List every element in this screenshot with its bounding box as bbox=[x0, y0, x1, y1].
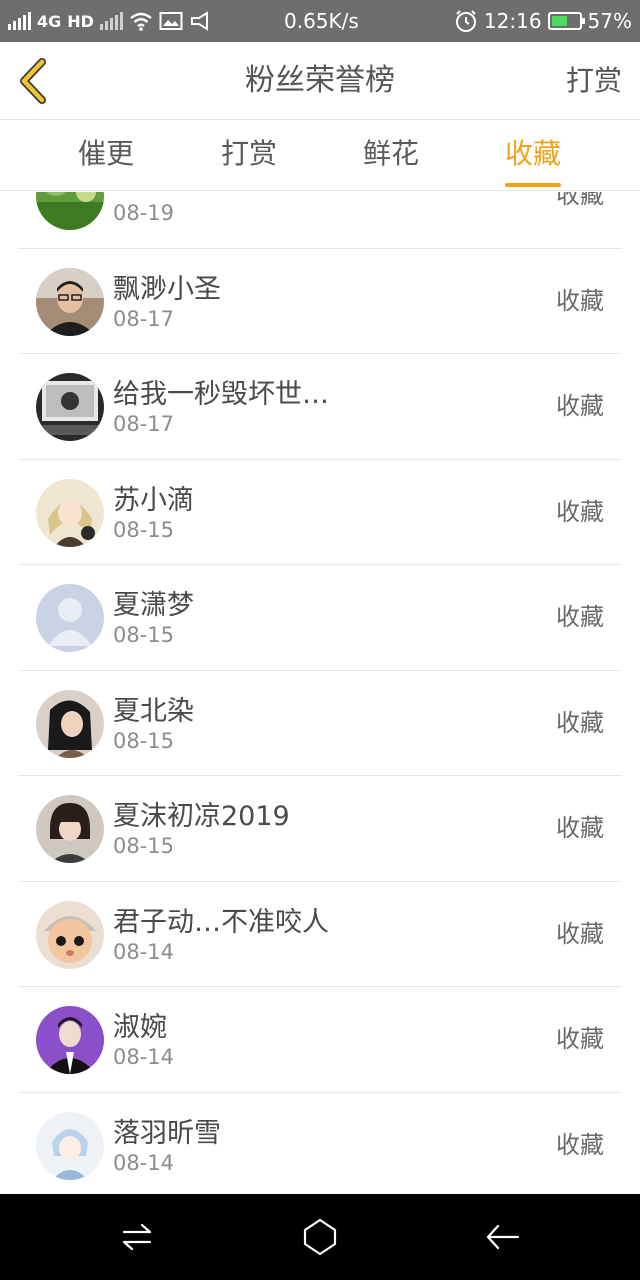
hd-label: HD bbox=[67, 11, 94, 31]
list-item[interactable]: 08-19 收藏 bbox=[0, 192, 640, 249]
recents-button[interactable] bbox=[114, 1214, 160, 1260]
network-speed: 0.65K/s bbox=[284, 9, 359, 33]
tab-flowers[interactable]: 鲜花 bbox=[351, 121, 431, 191]
fan-name: 给我一秒毁坏世… bbox=[113, 379, 329, 410]
signal-icon bbox=[8, 12, 31, 30]
tab-urge[interactable]: 催更 bbox=[66, 121, 146, 191]
fan-date: 08-15 bbox=[113, 834, 175, 858]
avatar[interactable] bbox=[36, 584, 104, 652]
tab-favorites[interactable]: 收藏 bbox=[493, 121, 573, 191]
home-button[interactable] bbox=[297, 1214, 343, 1260]
cast-icon bbox=[190, 11, 208, 31]
list-item[interactable]: 淑婉 08-14 收藏 bbox=[0, 987, 640, 1093]
fan-date: 08-14 bbox=[113, 1150, 175, 1175]
fan-list-content: 08-19 收藏 飘渺小圣 08-17 收藏 给我一秒毁坏世… 08-17 收藏 bbox=[0, 192, 640, 1194]
status-left: 4G HD bbox=[8, 0, 213, 42]
signal-no-sim-icon bbox=[99, 12, 123, 30]
avatar[interactable] bbox=[36, 267, 104, 336]
fan-name: 君子动…不准咬人 bbox=[113, 906, 329, 938]
title-bar: 粉丝荣誉榜 打赏 bbox=[0, 42, 640, 120]
fan-date: 08-14 bbox=[113, 1045, 175, 1069]
battery-fill bbox=[551, 16, 567, 26]
fan-date: 08-17 bbox=[113, 412, 175, 436]
fan-date: 08-15 bbox=[113, 517, 175, 542]
fan-name: 苏小滴 bbox=[113, 484, 194, 516]
list-item[interactable]: 给我一秒毁坏世… 08-17 收藏 bbox=[0, 354, 640, 460]
fan-name: 夏沫初凉2019 bbox=[113, 801, 290, 832]
favorite-label: 收藏 bbox=[556, 919, 604, 948]
network-label: 4G bbox=[37, 11, 62, 31]
list-item[interactable]: 君子动…不准咬人 08-14 收藏 bbox=[0, 882, 640, 987]
home-icon bbox=[303, 1218, 337, 1256]
page-title: 粉丝荣誉榜 bbox=[245, 63, 395, 98]
favorite-label: 收藏 bbox=[556, 708, 604, 737]
fan-date: 08-14 bbox=[113, 939, 175, 964]
fan-date: 08-15 bbox=[113, 728, 175, 753]
clock: 12:16 bbox=[483, 9, 542, 33]
avatar[interactable] bbox=[36, 1006, 104, 1074]
back-arrow-icon bbox=[486, 1224, 520, 1250]
tab-active-indicator bbox=[505, 183, 561, 187]
avatar[interactable] bbox=[36, 192, 104, 230]
favorite-label: 收藏 bbox=[556, 286, 604, 315]
status-bar: 4G HD 0.65K/s 12:16 57% bbox=[0, 0, 640, 42]
list-item[interactable]: 夏北染 08-15 收藏 bbox=[0, 671, 640, 776]
favorite-label: 收藏 bbox=[556, 603, 604, 631]
fan-date: 08-15 bbox=[113, 623, 175, 647]
avatar[interactable] bbox=[36, 478, 104, 547]
favorite-label: 收藏 bbox=[556, 192, 604, 209]
tab-label: 催更 bbox=[77, 137, 134, 170]
list-item[interactable]: 飘渺小圣 08-17 收藏 bbox=[0, 249, 640, 354]
fan-date: 08-19 bbox=[113, 201, 175, 225]
list-item[interactable]: 夏沫初凉2019 08-15 收藏 bbox=[0, 776, 640, 882]
list-item[interactable]: 落羽昕雪 08-14 收藏 bbox=[0, 1093, 640, 1195]
fan-name: 飘渺小圣 bbox=[113, 273, 221, 305]
image-icon bbox=[159, 12, 183, 30]
favorite-label: 收藏 bbox=[556, 392, 604, 420]
avatar[interactable] bbox=[36, 689, 104, 758]
battery-icon bbox=[547, 12, 585, 30]
fan-name: 落羽昕雪 bbox=[113, 1117, 221, 1149]
alarm-icon bbox=[455, 10, 476, 32]
list-item[interactable]: 夏潇梦 08-15 收藏 bbox=[0, 565, 640, 671]
status-right: 12:16 57% bbox=[454, 0, 632, 42]
fan-date: 08-17 bbox=[113, 306, 175, 331]
wifi-icon bbox=[130, 12, 152, 31]
favorite-label: 收藏 bbox=[556, 497, 604, 526]
tab-label: 打赏 bbox=[220, 137, 277, 170]
fan-name: 夏潇梦 bbox=[113, 590, 194, 621]
back-nav-button[interactable] bbox=[480, 1214, 526, 1260]
fan-name: 淑婉 bbox=[113, 1012, 167, 1043]
reward-button[interactable]: 打赏 bbox=[566, 42, 622, 120]
fan-list[interactable]: 08-19 收藏 飘渺小圣 08-17 收藏 给我一秒毁坏世… 08-17 收藏 bbox=[0, 192, 640, 1194]
avatar[interactable] bbox=[36, 900, 104, 969]
tab-reward[interactable]: 打赏 bbox=[209, 121, 289, 191]
menu-swap-icon bbox=[122, 1223, 152, 1251]
favorite-label: 收藏 bbox=[556, 814, 604, 842]
system-nav-bar bbox=[0, 1194, 640, 1280]
tab-label: 收藏 bbox=[504, 137, 561, 170]
battery-percent: 57% bbox=[587, 9, 632, 33]
list-item[interactable]: 苏小滴 08-15 收藏 bbox=[0, 460, 640, 565]
fan-name: 夏北染 bbox=[113, 695, 194, 727]
tab-bar: 催更 打赏 鲜花 收藏 bbox=[0, 121, 640, 191]
avatar[interactable] bbox=[36, 795, 104, 863]
favorite-label: 收藏 bbox=[556, 1025, 604, 1053]
favorite-label: 收藏 bbox=[556, 1130, 604, 1159]
avatar[interactable] bbox=[36, 373, 104, 441]
avatar[interactable] bbox=[36, 1111, 104, 1180]
tab-label: 鲜花 bbox=[362, 137, 419, 170]
